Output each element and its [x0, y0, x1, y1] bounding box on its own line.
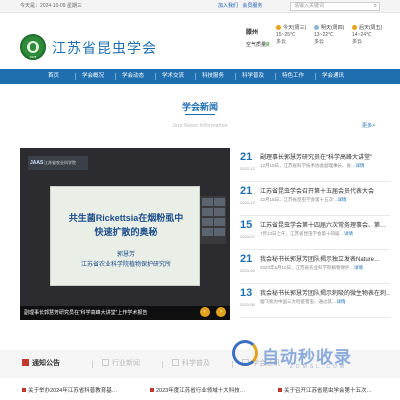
prev-arrow-icon[interactable]: ‹	[199, 307, 210, 317]
featured-news-image[interactable]: JAAS 江苏省农业科学院 共生菌Rickettsia在烟粉虱中 快速扩散的奥秘…	[20, 148, 230, 320]
news-title[interactable]: 副理事长郭慧芳研究员在“科学高峰大讲堂”	[260, 152, 390, 161]
society-logo[interactable]: 1978	[20, 34, 46, 60]
tab-industry-news[interactable]: 行业新闻	[102, 355, 140, 373]
nav-services[interactable]: 科技服务	[194, 69, 224, 84]
member-service-link[interactable]: 会员服务	[242, 3, 262, 9]
news-year-month: 2023-06	[240, 268, 255, 273]
news-desc: 烟飞虱为中国三大检疫害虫、通过其…详情	[260, 299, 346, 304]
main-nav: 首页 学会概况 学会动态 学术交流 科技服务 科学普及 特色工作 学会通讯	[0, 69, 400, 84]
next-arrow-icon[interactable]: ›	[216, 307, 226, 317]
weather-day-today: 今天(周三) 15~25℃ 多云	[276, 25, 307, 45]
nav-home[interactable]: 首页	[48, 69, 59, 84]
tab-notices[interactable]: 通知公告	[22, 355, 60, 373]
list-item[interactable]: 15 2023-07 江苏省昆虫学会第十四届六次常务理事会、第… 7月13日上午…	[240, 216, 390, 250]
news-desc: 7月13日上午，江苏省昆虫学会第十四届…详情	[260, 231, 354, 236]
news-title[interactable]: 江苏省昆虫学会第十四届六次常务理事会、第…	[260, 220, 390, 229]
site-watermark: 自动秒收录 ZDMSL.COM	[232, 338, 392, 370]
search-icon[interactable]: ⌕	[374, 3, 377, 10]
watermark-logo-icon	[232, 340, 258, 366]
weather-day-after: 后天(周五) 14~24℃ 多云	[352, 25, 383, 45]
top-links: 加入我们 会员服务	[218, 0, 265, 13]
list-item[interactable]: 关于召开江苏省昆虫学会第十五次…	[278, 386, 398, 394]
search-placeholder: 请输入关键词	[294, 3, 325, 9]
news-title[interactable]: 我会秘书长郭慧芳团队揭示独立发表Nature…	[260, 254, 390, 263]
video-grid	[200, 196, 226, 244]
news-desc: 12月15日，江苏省昆虫学会第十五次…详情	[260, 197, 347, 202]
weather-day-tomorrow: 明天(周四) 13~22℃ 多云	[314, 25, 345, 45]
news-year-month: 2023-06	[240, 302, 255, 307]
nav-news[interactable]: 学会动态	[114, 69, 144, 84]
search-input[interactable]: 请输入关键词 ⌕	[290, 2, 380, 11]
news-icon	[102, 359, 109, 366]
weather-city: 滕州	[246, 30, 259, 36]
detail-link[interactable]: 详情	[337, 299, 346, 304]
presentation-slide: 共生菌Rickettsia在烟粉虱中 快速扩散的奥秘 郭慧芳 江苏省农业科学院植…	[50, 186, 200, 286]
science-icon	[172, 359, 179, 366]
news-day: 21	[240, 253, 253, 265]
list-item[interactable]: 13 2023-06 我会秘书长郭慧芳团队揭示刺吸的微生物表在刺… 烟飞虱为中国…	[240, 284, 390, 318]
list-item[interactable]: 2023年度江苏省行业领域十大科技…	[150, 386, 270, 394]
section-underline	[185, 114, 215, 115]
join-us-link[interactable]: 加入我们	[218, 3, 238, 9]
slide-title-line1: 共生菌Rickettsia在烟粉虱中	[68, 213, 184, 223]
nav-newsletter[interactable]: 学会通讯	[314, 69, 344, 84]
news-year-month: 2023-07	[240, 234, 255, 239]
news-year-month: 2023-12	[240, 166, 255, 171]
current-date: 今天是：2024-10-09 星期三	[20, 3, 82, 9]
slide-institution: 江苏省农业科学院植物保护研究所	[80, 262, 171, 268]
carousel-controls: ‹ ›	[198, 300, 226, 318]
sun-icon	[352, 25, 357, 30]
section-subtitle: Jsrs News Information	[172, 123, 228, 129]
bottom-news-row: 关于举办2024年江苏省科普教育基… 2023年度江苏省行业领域十大科技… 关于…	[0, 382, 400, 400]
detail-link[interactable]: 详情	[344, 231, 353, 236]
detail-link[interactable]: 详情	[338, 197, 347, 202]
nav-featured-work[interactable]: 特色工作	[274, 69, 304, 84]
tab-popular-science[interactable]: 科学普及	[172, 355, 210, 373]
slide-presenter: 郭慧芳	[116, 252, 135, 258]
top-bar: 今天是：2024-10-09 星期三 加入我们 会员服务 请输入关键词 ⌕	[0, 0, 400, 13]
detail-link[interactable]: 详情	[354, 265, 363, 270]
site-header: 1978 江苏省昆虫学会 滕州 空气质量 良 今天(周三) 15~25℃ 多云 …	[0, 13, 400, 69]
nav-about[interactable]: 学会概况	[74, 69, 104, 84]
watermark-subtext: ZDMSL.COM	[290, 364, 347, 370]
news-day: 15	[240, 219, 253, 231]
news-desc: 2023年6月10日，江苏省农业科学院植物保护…详情	[260, 265, 364, 270]
news-day: 21	[240, 151, 253, 163]
news-title[interactable]: 江苏省昆虫学会召开第十五届会员代表大会	[260, 186, 390, 195]
list-item[interactable]: 21 2023-12 江苏省昆虫学会召开第十五届会员代表大会 12月15日，江苏…	[240, 182, 390, 216]
news-year-month: 2023-12	[240, 200, 255, 205]
brand-org: 江苏省农业科学院	[44, 160, 76, 165]
insect-icon	[30, 43, 36, 51]
news-title[interactable]: 我会秘书长郭慧芳团队揭示刺吸的微生物表在刺…	[260, 288, 390, 297]
detail-link[interactable]: 详情	[356, 163, 365, 168]
weather-widget: 滕州 空气质量 良 今天(周三) 15~25℃ 多云 明天(周四) 13~22℃…	[246, 21, 396, 61]
air-quality-value: 良	[265, 42, 271, 48]
news-day: 21	[240, 185, 253, 197]
list-item[interactable]: 21 2023-06 我会秘书长郭慧芳团队揭示独立发表Nature… 2023年…	[240, 250, 390, 284]
site-title[interactable]: 江苏省昆虫学会	[52, 38, 157, 58]
nav-popular-science[interactable]: 科学普及	[234, 69, 264, 84]
cloud-icon	[314, 25, 319, 30]
nav-academic[interactable]: 学术交流	[154, 69, 184, 84]
news-day: 13	[240, 287, 253, 299]
list-item[interactable]: 21 2023-12 副理事长郭慧芳研究员在“科学高峰大讲堂” 12月19日，江…	[240, 148, 390, 182]
news-desc: 12月19日，江苏省科学技术协会副理事长、省…详情	[260, 163, 365, 168]
list-item[interactable]: 关于举办2024年江苏省科普教育基…	[22, 386, 142, 394]
section-title: 学会新闻	[181, 102, 218, 112]
notice-icon	[22, 359, 29, 366]
air-quality-label: 空气质量	[246, 42, 267, 48]
slide-title-line2: 快速扩散的奥秘	[94, 227, 158, 237]
sun-icon	[276, 25, 281, 30]
more-link[interactable]: 更多>	[362, 122, 375, 129]
logo-year: 1978	[29, 55, 37, 59]
brand-logo: JAAS	[30, 160, 44, 166]
